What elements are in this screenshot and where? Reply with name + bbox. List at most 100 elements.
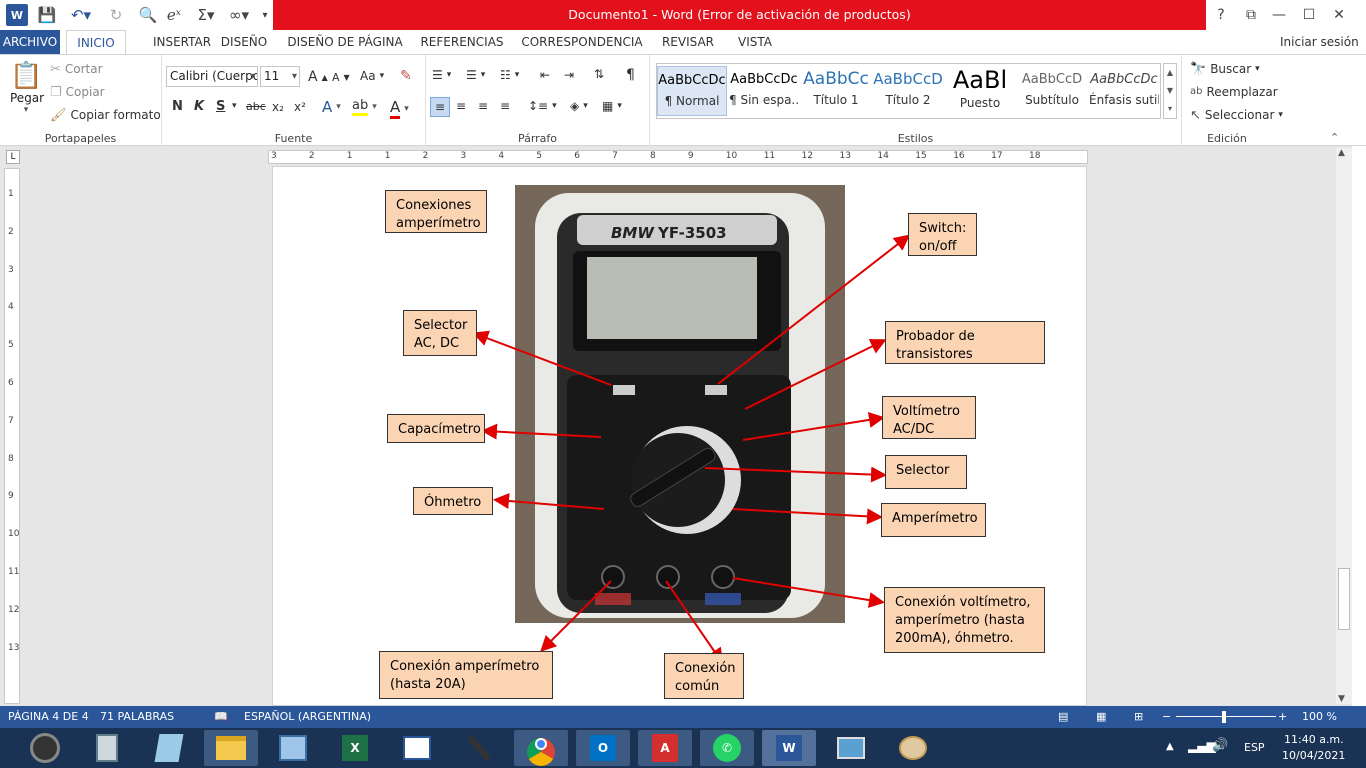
underline-dropdown-icon[interactable]: ▾ <box>232 101 237 111</box>
web-layout-icon[interactable]: ⊞ <box>1134 710 1143 723</box>
zoom-out-icon[interactable]: − <box>1162 710 1171 723</box>
vertical-scrollbar[interactable]: ▲ ▼ <box>1336 148 1352 704</box>
word-count[interactable]: 71 PALABRAS <box>100 710 174 723</box>
zoom-in-icon[interactable]: + <box>1278 710 1287 723</box>
style-subtle-emphasis[interactable]: AaBbCcDc Énfasis sutil <box>1089 66 1159 116</box>
style-title[interactable]: AaBl Puesto <box>945 66 1015 116</box>
close-icon[interactable]: ✕ <box>1324 2 1354 28</box>
presentation-icon[interactable] <box>390 730 444 766</box>
calculator-icon[interactable] <box>80 730 134 766</box>
file-explorer-icon[interactable] <box>204 730 258 766</box>
strikethrough-button[interactable]: abc <box>246 100 266 113</box>
style-heading1[interactable]: AaBbCc Título 1 <box>801 66 871 116</box>
grow-font-button[interactable]: A ▲ <box>308 69 328 85</box>
format-painter-button[interactable]: 🖌 Copiar formato <box>50 108 161 122</box>
show-marks-icon[interactable]: ¶ <box>626 67 635 83</box>
save-icon[interactable]: 💾 <box>36 4 58 26</box>
clock-date[interactable]: 10/04/2021 <box>1282 749 1345 762</box>
word-icon[interactable]: W <box>762 730 816 766</box>
align-center-icon[interactable]: ≡ <box>456 99 466 113</box>
style-normal[interactable]: AaBbCcDc ¶ Normal <box>657 66 727 116</box>
minimize-icon[interactable]: — <box>1264 2 1294 28</box>
infinity-icon[interactable]: ∞▾ <box>224 4 254 26</box>
style-no-spacing[interactable]: AaBbCcDc ¶ Sin espa... <box>729 66 799 116</box>
clear-format-icon[interactable]: ✎ <box>400 68 412 84</box>
pen-icon[interactable] <box>452 730 506 766</box>
tab-inicio[interactable]: INICIO <box>66 30 126 54</box>
ribbon-display-icon[interactable]: ⧉ <box>1236 2 1266 28</box>
justify-icon[interactable]: ≡ <box>500 99 510 113</box>
multilevel-list-icon[interactable]: ☷ ▾ <box>500 68 519 82</box>
line-spacing-icon[interactable]: ↕≡ ▾ <box>528 99 557 113</box>
highlight-icon[interactable]: ab ▾ <box>352 98 377 116</box>
styles-scroll[interactable]: ▲ ▼ ▾ <box>1163 63 1177 119</box>
tab-vista[interactable]: VISTA <box>730 30 780 54</box>
outlook-icon[interactable]: O <box>576 730 630 766</box>
paint-icon[interactable] <box>886 730 940 766</box>
customize-qat-icon[interactable]: ▾ <box>258 4 272 26</box>
scroll-thumb[interactable] <box>1338 568 1350 630</box>
tab-correspondencia[interactable]: CORRESPONDENCIA <box>520 30 644 54</box>
borders-icon[interactable]: ▦ ▾ <box>602 99 622 113</box>
sum-icon[interactable]: Σ▾ <box>192 4 220 26</box>
italic-button[interactable]: K <box>194 99 204 114</box>
find-button[interactable]: 🔭 Buscar ▾ <box>1190 62 1260 76</box>
style-subtitle[interactable]: AaBbCcD Subtítulo <box>1017 66 1087 116</box>
align-right-icon[interactable]: ≡ <box>478 99 488 113</box>
bullets-icon[interactable]: ☰ ▾ <box>432 68 451 82</box>
font-color-icon[interactable]: A ▾ <box>390 98 409 119</box>
signin-link[interactable]: Iniciar sesión <box>1280 30 1364 54</box>
clock-time[interactable]: 11:40 a.m. <box>1284 733 1344 746</box>
pdf-icon[interactable]: A <box>638 730 692 766</box>
scroll-down-icon[interactable]: ▼ <box>1338 694 1345 704</box>
redo-icon[interactable]: ↻ <box>104 4 128 26</box>
paste-button[interactable]: 📋 Pegar ▾ <box>10 61 44 115</box>
copy-button[interactable]: ❐ Copiar <box>50 85 105 99</box>
document-page[interactable]: BMW YF-3503 Conexiones amperímetro Switc… <box>272 166 1087 706</box>
text-effects-icon[interactable]: A ▾ <box>322 98 341 116</box>
tab-selector-icon[interactable]: L <box>6 150 20 164</box>
sort-icon[interactable]: ⇅ <box>594 67 604 81</box>
cut-button[interactable]: ✂ Cortar <box>50 62 103 76</box>
print-layout-icon[interactable]: ▦ <box>1096 710 1106 723</box>
read-mode-icon[interactable]: ▤ <box>1058 710 1068 723</box>
equation-icon[interactable]: eˣ <box>162 4 186 26</box>
proofing-icon[interactable]: 📖 <box>214 710 228 723</box>
tab-diseno-pagina[interactable]: DISEÑO DE PÁGINA <box>286 30 404 54</box>
decrease-indent-icon[interactable]: ⇤ <box>540 68 550 82</box>
notepad-icon[interactable] <box>142 730 196 766</box>
whatsapp-icon[interactable]: ✆ <box>700 730 754 766</box>
chrome-icon[interactable] <box>514 730 568 766</box>
font-name-select[interactable]: Calibri (Cuerpo <box>166 66 258 87</box>
tab-revisar[interactable]: REVISAR <box>658 30 718 54</box>
tab-archivo[interactable]: ARCHIVO <box>0 30 60 54</box>
shading-icon[interactable]: ◈ ▾ <box>570 99 588 113</box>
webcam-icon[interactable] <box>18 730 72 766</box>
tray-expand-icon[interactable]: ▲ <box>1166 741 1174 752</box>
control-panel-icon[interactable] <box>266 730 320 766</box>
zoom-level[interactable]: 100 % <box>1302 710 1337 723</box>
language-indicator[interactable]: ESPAÑOL (ARGENTINA) <box>244 710 371 723</box>
replace-button[interactable]: ab Reemplazar <box>1190 85 1278 99</box>
input-language[interactable]: ESP <box>1244 741 1265 754</box>
underline-button[interactable]: S <box>216 99 225 114</box>
style-heading2[interactable]: AaBbCcD Título 2 <box>873 66 943 116</box>
excel-icon[interactable]: X <box>328 730 382 766</box>
page-count[interactable]: PÁGINA 4 DE 4 <box>8 710 89 723</box>
zoom-slider[interactable] <box>1176 716 1276 717</box>
change-case-button[interactable]: Aa ▾ <box>360 69 384 83</box>
align-left-icon[interactable]: ≡ <box>430 97 450 117</box>
volume-icon[interactable]: 🔊 <box>1212 738 1228 753</box>
increase-indent-icon[interactable]: ⇥ <box>564 68 574 82</box>
photos-icon[interactable] <box>824 730 878 766</box>
print-preview-icon[interactable]: 🔍 <box>136 4 160 26</box>
numbering-icon[interactable]: ☰ ▾ <box>466 68 485 82</box>
shrink-font-button[interactable]: A ▼ <box>332 71 350 84</box>
help-button[interactable]: ? <box>1206 2 1236 28</box>
word-app-icon[interactable]: W <box>6 4 28 26</box>
zoom-slider-thumb[interactable] <box>1222 711 1226 723</box>
select-button[interactable]: ↖ Seleccionar ▾ <box>1190 108 1283 122</box>
undo-icon[interactable]: ↶▾ <box>66 4 96 26</box>
tab-diseno[interactable]: DISEÑO <box>214 30 274 54</box>
tab-referencias[interactable]: REFERENCIAS <box>418 30 506 54</box>
